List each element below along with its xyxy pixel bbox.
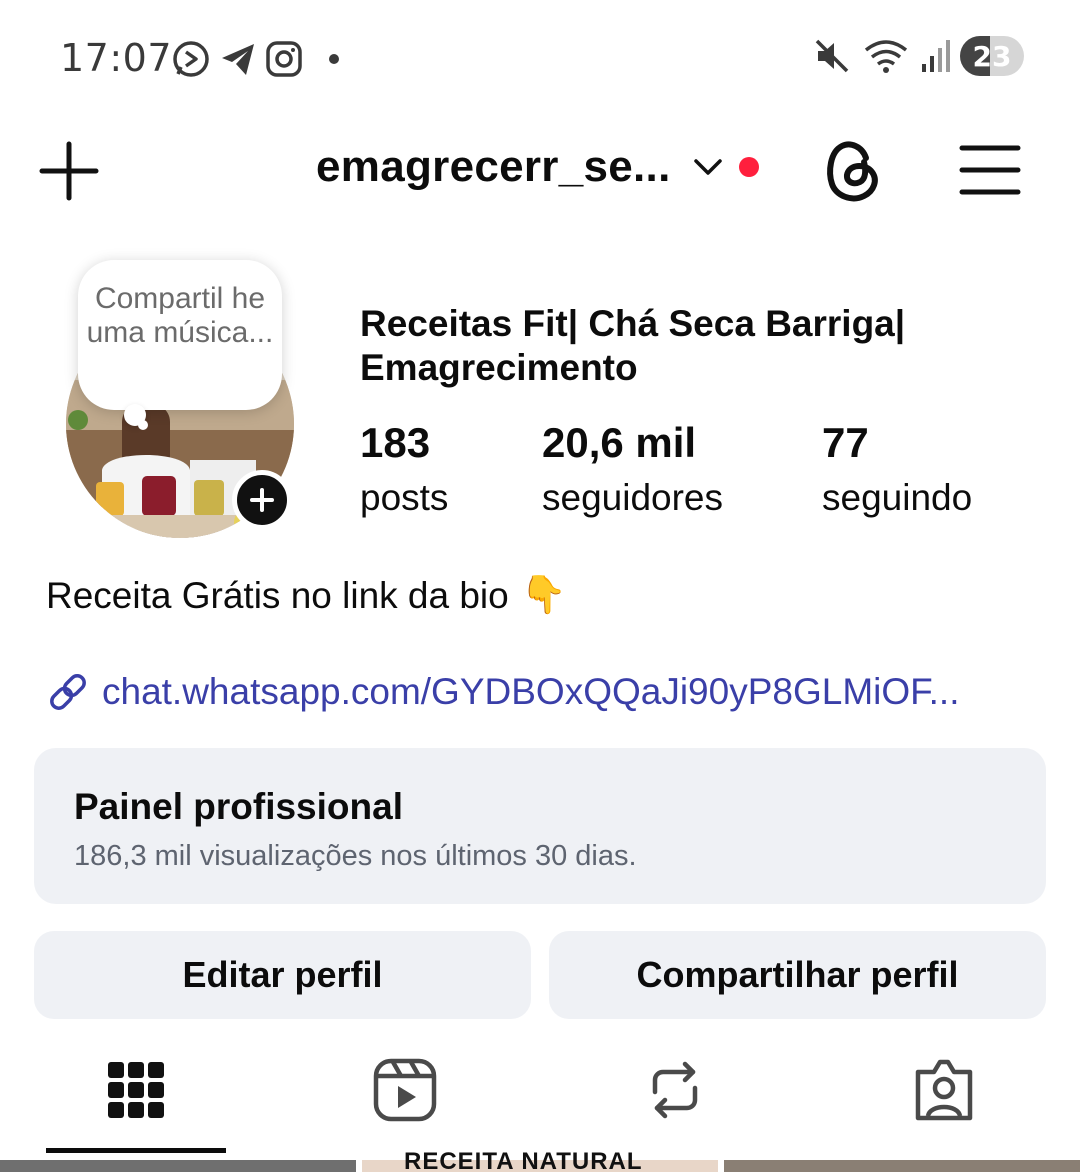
- stat-label: seguindo: [822, 477, 973, 518]
- profile-header: emagrecerr_se...: [0, 130, 1080, 220]
- pointing-down-emoji: 👇: [520, 574, 567, 615]
- status-right-icons: 23: [812, 36, 1024, 76]
- chevron-down-icon: [693, 159, 722, 175]
- stat-value: 20,6 mil: [542, 419, 697, 466]
- add-story-button[interactable]: [232, 470, 292, 530]
- profile-tabs: [0, 1050, 1080, 1154]
- tab-reposts[interactable]: [585, 1050, 765, 1130]
- mute-icon: [815, 39, 849, 73]
- stat-value: 77: [822, 419, 869, 466]
- post-thumbnail[interactable]: [724, 1160, 1080, 1172]
- signal-icon: [922, 40, 950, 72]
- status-left-icons: [170, 38, 350, 80]
- grid-icon: [108, 1062, 164, 1118]
- tab-reels[interactable]: [315, 1050, 495, 1130]
- note-tail-small: [138, 420, 148, 430]
- status-time: 17:07: [60, 36, 173, 80]
- display-name: Receitas Fit| Chá Seca Barriga| Emagreci…: [360, 303, 906, 388]
- stat-value: 183: [360, 419, 431, 466]
- bio-text: Receita Grátis no link da bio: [46, 574, 509, 616]
- stat-label: seguidores: [542, 477, 724, 518]
- account-switcher[interactable]: emagrecerr_se...: [316, 142, 759, 192]
- plus-icon: [250, 488, 274, 512]
- stat-following[interactable]: 77 seguindo: [822, 418, 972, 524]
- reposts-icon: [652, 1061, 698, 1119]
- plus-icon[interactable]: [38, 140, 100, 202]
- dashboard-title: Painel profissional: [74, 786, 403, 827]
- link-text: chat.whatsapp.com/GYDBOxQQaJi90yP8GLMiOF…: [102, 671, 960, 712]
- note-bubble[interactable]: Compartil he uma música...: [78, 260, 282, 410]
- menu-icon[interactable]: [958, 142, 1022, 198]
- bio: Receita Grátis no link da bio 👇: [46, 574, 567, 617]
- tagged-icon: [915, 1059, 973, 1121]
- post-thumbnail-text: RECEITA NATURAL: [404, 1148, 643, 1172]
- dot-icon: [329, 54, 339, 64]
- stat-posts[interactable]: 183 posts: [360, 418, 448, 524]
- battery-level: 23: [972, 39, 1012, 73]
- instagram-icon: [266, 41, 302, 77]
- telegram-icon: [222, 44, 254, 75]
- share-profile-button[interactable]: Compartilhar perfil: [549, 931, 1046, 1019]
- professional-dashboard[interactable]: Painel profissional 186,3 mil visualizaç…: [34, 748, 1046, 904]
- threads-icon[interactable]: [822, 136, 884, 206]
- edit-profile-button[interactable]: Editar perfil: [34, 931, 531, 1019]
- wifi-icon: [864, 40, 908, 73]
- bio-link[interactable]: chat.whatsapp.com/GYDBOxQQaJi90yP8GLMiOF…: [46, 670, 960, 714]
- tab-grid[interactable]: [46, 1050, 226, 1130]
- tab-tagged[interactable]: [854, 1050, 1034, 1130]
- reels-icon: [373, 1058, 437, 1122]
- active-tab-indicator: [46, 1148, 226, 1153]
- status-bar: 17:07 23: [0, 28, 1080, 88]
- note-text: Compartil he uma música...: [86, 282, 274, 349]
- notification-dot: [738, 157, 759, 177]
- link-icon: [50, 674, 86, 710]
- post-thumbnail[interactable]: [0, 1160, 356, 1172]
- stat-label: posts: [360, 477, 449, 518]
- username: emagrecerr_se...: [316, 142, 671, 191]
- dashboard-subtitle: 186,3 mil visualizações nos últimos 30 d…: [74, 840, 637, 872]
- battery-icon: 23: [960, 36, 1024, 76]
- whatsapp-status-icon: [173, 41, 209, 77]
- stat-followers[interactable]: 20,6 mil seguidores: [542, 418, 723, 524]
